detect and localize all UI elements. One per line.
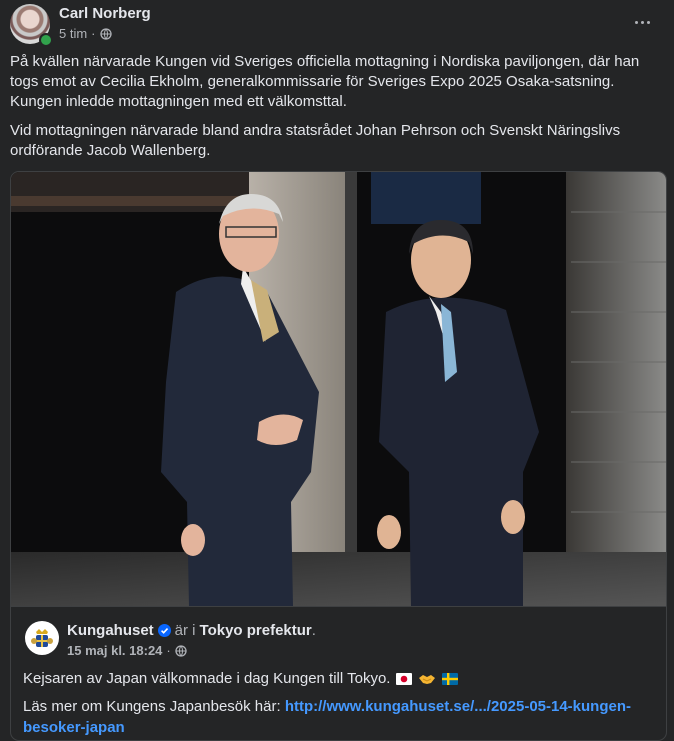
japan-flag-icon bbox=[396, 672, 413, 685]
sweden-flag-icon bbox=[442, 672, 459, 685]
more-horizontal-icon bbox=[634, 20, 638, 24]
more-dot bbox=[646, 20, 650, 24]
online-status-dot bbox=[39, 33, 53, 47]
post-meta: 5 tim · bbox=[59, 26, 112, 41]
globe-icon bbox=[99, 27, 112, 40]
shared-meta: 15 maj kl. 18:24 · bbox=[67, 643, 187, 658]
read-more-text: Läs mer om Kungens Japanbesök här: bbox=[23, 698, 281, 715]
more-dot bbox=[640, 20, 644, 24]
post-time[interactable]: 5 tim bbox=[59, 26, 87, 41]
post-header: Carl Norberg 5 tim · bbox=[10, 4, 664, 47]
shared-text: Kejsaren av Japan välkomnade i dag Kunge… bbox=[23, 670, 459, 687]
globe-icon bbox=[175, 644, 187, 657]
period: . bbox=[311, 622, 316, 639]
post-paragraph: På kvällen närvarade Kungen vid Sveriges… bbox=[10, 53, 640, 110]
location-prefix: är i bbox=[174, 622, 196, 639]
page-avatar[interactable] bbox=[25, 621, 59, 655]
author-name[interactable]: Carl Norberg bbox=[59, 5, 151, 22]
shared-date[interactable]: 15 maj kl. 18:24 bbox=[67, 643, 162, 658]
page-name[interactable]: Kungahuset bbox=[67, 622, 154, 639]
post-paragraph: Vid mottagningen närvarade bland andra s… bbox=[10, 122, 621, 159]
shared-text-content: Kejsaren av Japan välkomnade i dag Kunge… bbox=[23, 670, 391, 687]
shared-post-card[interactable]: Kungahuset är i Tokyo prefektur. 15 maj … bbox=[10, 171, 667, 741]
meta-separator: · bbox=[91, 26, 96, 41]
location-link[interactable]: Tokyo prefektur bbox=[200, 622, 312, 639]
shared-post-footer: Kungahuset är i Tokyo prefektur. 15 maj … bbox=[11, 606, 666, 740]
handshake-icon bbox=[419, 674, 436, 684]
verified-badge-icon bbox=[157, 624, 171, 637]
shared-photo[interactable] bbox=[11, 172, 666, 606]
meta-separator: · bbox=[166, 643, 171, 658]
post-body: På kvällen närvarade Kungen vid Sveriges… bbox=[10, 52, 650, 170]
more-options-button[interactable] bbox=[630, 10, 654, 34]
shared-read-more: Läs mer om Kungens Japanbesök här: http:… bbox=[23, 696, 653, 738]
shared-header: Kungahuset är i Tokyo prefektur. bbox=[67, 622, 316, 639]
royal-crest-icon bbox=[28, 624, 56, 652]
